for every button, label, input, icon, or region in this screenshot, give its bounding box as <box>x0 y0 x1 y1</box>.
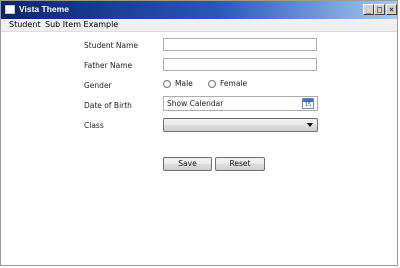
menu-bar: Student Sub Item Example <box>1 19 397 32</box>
date-picker-text: Show Calendar <box>167 99 224 108</box>
student-name-label: Student Name <box>84 41 139 50</box>
gender-female-option[interactable]: Female <box>208 79 247 88</box>
father-name-label: Father Name <box>84 61 133 70</box>
save-button[interactable]: Save <box>163 157 212 171</box>
male-label: Male <box>175 79 193 88</box>
date-of-birth-picker[interactable]: Show Calendar 15 <box>163 96 318 111</box>
father-name-input[interactable] <box>163 58 317 71</box>
female-radio[interactable] <box>208 79 216 88</box>
main-window: Vista Theme _ □ × Student Sub Item Examp… <box>0 0 398 266</box>
minimize-button[interactable]: _ <box>363 4 374 15</box>
gender-label: Gender <box>84 81 112 90</box>
reset-button[interactable]: Reset <box>215 157 265 171</box>
class-dropdown[interactable] <box>163 118 318 132</box>
calendar-icon[interactable]: 15 <box>302 98 314 109</box>
app-icon <box>5 5 15 14</box>
close-button[interactable]: × <box>386 4 397 15</box>
menu-item-student[interactable]: Student <box>9 20 41 29</box>
dob-label: Date of Birth <box>84 101 132 110</box>
female-label: Female <box>220 79 248 88</box>
male-radio[interactable] <box>163 79 171 88</box>
maximize-button[interactable]: □ <box>374 4 385 15</box>
chevron-down-icon <box>307 123 313 127</box>
student-name-input[interactable] <box>163 38 317 51</box>
gender-male-option[interactable]: Male <box>163 79 193 88</box>
title-bar[interactable]: Vista Theme _ □ × <box>1 1 397 19</box>
class-label: Class <box>84 121 104 130</box>
calendar-icon-day: 15 <box>304 102 312 108</box>
menu-item-sub-item-example[interactable]: Sub Item Example <box>45 20 118 29</box>
window-title: Vista Theme <box>19 4 69 14</box>
